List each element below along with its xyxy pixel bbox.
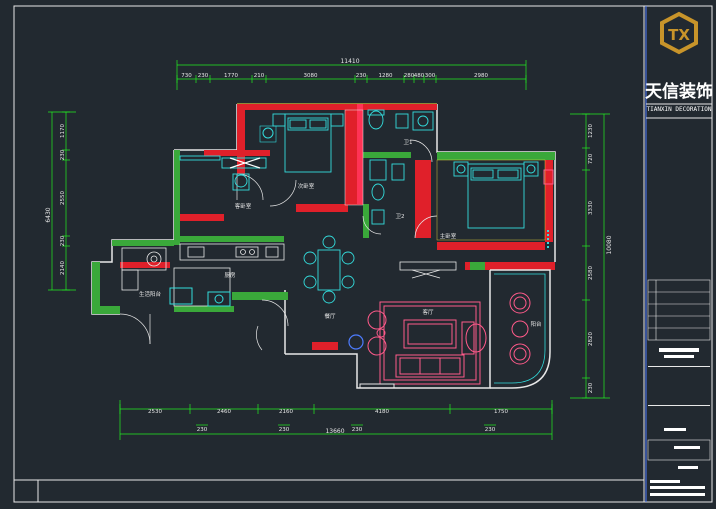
dimension-label: 2580 <box>588 266 594 280</box>
dimension-label: 2140 <box>60 261 66 275</box>
dimension-label: 210 <box>254 73 265 79</box>
room-label-guest-bedroom: 客卧室 <box>235 202 252 210</box>
dimension-label: 1280 <box>379 73 393 79</box>
dimension-label: 2460 <box>217 409 231 415</box>
dimension-label: 230 <box>60 149 66 160</box>
dimension-label: 3080 <box>304 73 318 79</box>
dimension-ticks-right: 1230 720 3330 2580 2820 230 <box>582 113 594 399</box>
balcony-chairs <box>509 292 531 365</box>
room-label-master-bedroom: 主卧室 <box>440 232 457 240</box>
dining-table <box>303 235 355 304</box>
dimension-label: 300 <box>425 73 436 79</box>
room-label-kitchen: 厨房 <box>224 271 236 279</box>
room-label-bathroom-1: 卫1 <box>404 139 413 146</box>
dimension-label: 230 <box>356 73 367 79</box>
dimension-label: 2550 <box>60 191 66 205</box>
balcony-curve <box>490 269 551 389</box>
dimension-label: 480 <box>414 73 425 79</box>
dimension-label: 230 <box>279 427 290 433</box>
guest-bedroom-furniture <box>179 155 267 191</box>
company-name-en: TIANXIN DECORATION <box>646 106 711 113</box>
dimension-label: 2820 <box>588 332 594 346</box>
dimension-label: 230 <box>197 427 208 433</box>
dimension-label: 1770 <box>224 73 238 79</box>
dimension-label: 3330 <box>588 201 594 215</box>
dim-right-overall: 10080 <box>606 235 613 254</box>
second-bedroom-bed <box>272 113 344 173</box>
room-labels: 次卧室 客卧室 主卧室 卫1 卫2 厨房 客厅 餐厅 阳台 生活阳台 <box>139 139 542 328</box>
dim-left-overall: 6430 <box>45 207 52 222</box>
company-logo: TX <box>660 11 698 55</box>
master-bedroom-bed <box>453 161 539 229</box>
floor-plan-drawing: TX 天信装饰 TIANXIN DECORATION 730 230 1770 … <box>13 5 713 503</box>
dimension-label: 1170 <box>60 124 66 138</box>
company-name: 天信装饰 <box>645 81 713 102</box>
dimension-label: 230 <box>198 73 209 79</box>
room-label-bathroom-2: 卫2 <box>396 213 405 220</box>
cad-viewer: TX 天信装饰 TIANXIN DECORATION 730 230 1770 … <box>0 0 716 505</box>
room-label-living-room: 客厅 <box>422 308 434 316</box>
bathroom-1-fixtures <box>367 109 434 131</box>
dimension-label: 2530 <box>148 409 162 415</box>
walls <box>91 103 556 389</box>
dimension-label: 1230 <box>588 124 594 138</box>
dimension-label: 1750 <box>494 409 508 415</box>
room-label-utility: 生活阳台 <box>139 290 162 298</box>
room-label-dining: 餐厅 <box>324 312 336 320</box>
dimension-label: 230 <box>352 427 363 433</box>
dimension-label: 230 <box>485 427 496 433</box>
utility-balcony-fixtures <box>121 247 167 291</box>
room-label-second-bedroom: 次卧室 <box>298 182 315 190</box>
dimension-label: 230 <box>60 235 66 246</box>
logo-letters: TX <box>668 26 690 44</box>
dimension-ticks-left: 1170 230 2550 230 2140 <box>60 111 70 291</box>
title-block-table <box>647 279 711 496</box>
dim-top-overall: 11410 <box>340 58 359 65</box>
dimension-label: 720 <box>588 153 594 164</box>
dimension-label: 230 <box>588 382 594 393</box>
dimension-ticks-top: 730 230 1770 210 3080 230 1280 280 480 300 2980 <box>176 73 527 83</box>
dimension-label: 4180 <box>375 409 389 415</box>
dimension-label: 2980 <box>474 73 488 79</box>
room-label-balcony: 阳台 <box>530 320 542 328</box>
dimension-label: 2160 <box>279 409 293 415</box>
tv-stand <box>399 261 457 279</box>
dim-bottom-overall: 13660 <box>325 428 344 435</box>
dimension-label: 730 <box>181 73 192 79</box>
